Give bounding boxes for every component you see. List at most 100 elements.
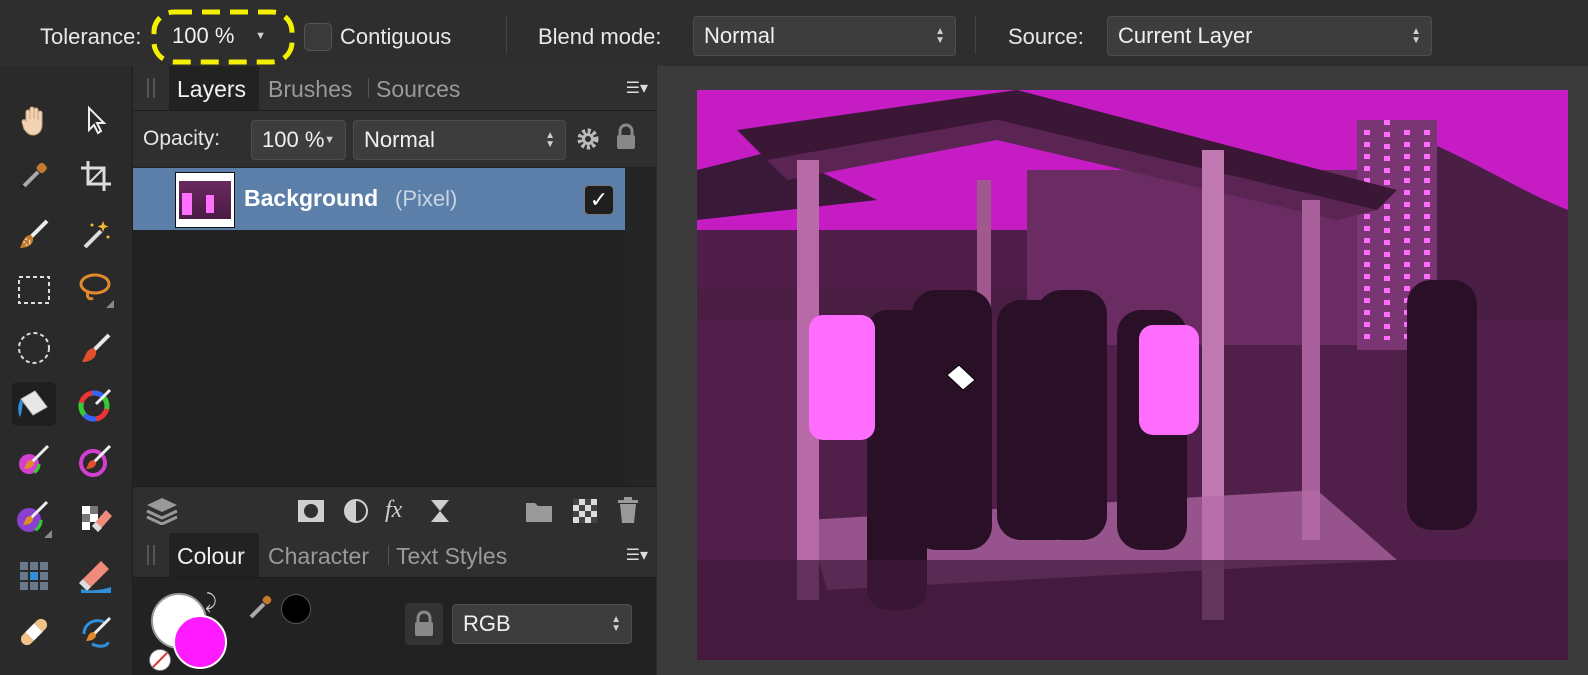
layer-thumbnail (175, 172, 235, 228)
tolerance-highlight-annotation (151, 9, 295, 65)
tab-divider (388, 545, 389, 565)
opacity-label: Opacity: (143, 127, 221, 150)
grid-icon (20, 562, 48, 590)
layers-stack-icon[interactable] (145, 495, 179, 525)
blend-mode-label: Blend mode: (538, 24, 662, 49)
magic-wand-icon (83, 221, 110, 249)
secondary-color-swatch[interactable] (173, 615, 227, 669)
context-toolbar: Tolerance: 100 % ▼ Contiguous Blend mode… (0, 0, 1588, 67)
layers-scrollbar[interactable] (625, 168, 656, 486)
colour-tabbar: Colour Character Text Styles ☰▾ (133, 533, 656, 578)
folder-icon[interactable] (525, 499, 553, 523)
paint-brush-tool[interactable] (74, 326, 118, 370)
colour-panel: Colour Character Text Styles ☰▾ ⤸ RGB ▲ ▼ (133, 533, 656, 675)
source-label: Source: (1008, 24, 1084, 49)
layers-panel: Layers Brushes Sources ☰▾ Opacity: 100 %… (133, 66, 656, 533)
pixel-brush-icon (17, 444, 50, 476)
paint-bucket-icon (18, 390, 48, 417)
inpainting-tool[interactable] (12, 610, 56, 654)
panel-grip-icon[interactable] (147, 545, 155, 565)
crop-tool[interactable] (74, 154, 118, 198)
eyedropper-icon[interactable] (245, 593, 275, 623)
selection-brush-tool[interactable] (12, 212, 56, 256)
band-aid-icon (20, 618, 48, 646)
tab-layers[interactable]: Layers (177, 76, 246, 103)
source-select[interactable]: Current Layer ▲ ▼ (1107, 16, 1432, 56)
tab-sources[interactable]: Sources (376, 76, 460, 103)
tolerance-label: Tolerance: (40, 24, 142, 49)
selection-brush-icon (20, 219, 49, 248)
opacity-row: Opacity: 100 % ▼ Normal ▲ ▼ (133, 111, 656, 167)
layer-blend-value: Normal (364, 127, 435, 152)
layers-bottom-toolbar: fx (133, 486, 656, 533)
flood-fill-tool[interactable] (12, 382, 56, 426)
fx-icon[interactable]: fx (385, 497, 402, 524)
layer-row-background[interactable]: Background (Pixel) ✓ (133, 168, 625, 230)
opacity-value: 100 % (262, 127, 325, 152)
patch-tool[interactable] (12, 554, 56, 598)
document-image[interactable] (697, 90, 1568, 660)
color-picker-tool[interactable] (12, 154, 56, 198)
chevron-down-icon: ▼ (324, 134, 335, 146)
layer-blend-select[interactable]: Normal ▲ ▼ (353, 120, 566, 160)
tab-text-styles[interactable]: Text Styles (396, 543, 507, 570)
smudge-tool[interactable] (74, 610, 118, 654)
panel-menu-icon[interactable]: ☰▾ (626, 78, 648, 98)
view-tool[interactable] (12, 98, 56, 142)
contiguous-checkbox[interactable] (304, 23, 332, 51)
freehand-selection-tool[interactable] (74, 268, 118, 312)
flood-select-tool[interactable] (74, 212, 118, 256)
blend-mode-select[interactable]: Normal ▲ ▼ (693, 16, 956, 56)
blend-mode-value: Normal (704, 23, 775, 48)
gear-icon[interactable] (575, 126, 601, 152)
canvas-area[interactable] (657, 66, 1588, 675)
source-value: Current Layer (1118, 23, 1253, 48)
crop-icon (81, 161, 111, 191)
mask-icon[interactable] (297, 499, 325, 523)
lasso-icon (79, 273, 114, 308)
panel-grip-icon[interactable] (147, 78, 155, 98)
opacity-dropdown[interactable]: 100 % ▼ (251, 120, 346, 160)
tab-brushes[interactable]: Brushes (268, 76, 352, 103)
mixer-brush-icon (79, 444, 112, 477)
lock-icon (415, 610, 433, 636)
adjustment-icon[interactable] (343, 498, 369, 524)
arrow-pointer-icon (88, 105, 107, 135)
up-down-arrows-icon: ▲ ▼ (545, 130, 555, 150)
mixer-brush-tool[interactable] (74, 438, 118, 482)
lock-button[interactable] (405, 603, 443, 645)
layer-visibility-checkbox[interactable]: ✓ (584, 185, 614, 215)
color-replacement-tool[interactable] (74, 382, 118, 426)
pixel-tool[interactable] (12, 438, 56, 482)
trash-icon[interactable] (617, 496, 639, 524)
dodge-brush-tool[interactable] (12, 496, 56, 540)
tab-colour[interactable]: Colour (177, 543, 245, 570)
rectangular-marquee-tool[interactable] (12, 268, 56, 312)
erase-tool[interactable] (74, 496, 118, 540)
background-erase-tool[interactable] (74, 554, 118, 598)
swap-colors-icon[interactable]: ⤸ (205, 591, 217, 614)
no-color-icon[interactable] (149, 649, 171, 671)
color-wheel-brush-icon (78, 388, 112, 422)
color-model-select[interactable]: RGB ▲ ▼ (452, 604, 632, 644)
up-down-arrows-icon: ▲ ▼ (1411, 26, 1421, 46)
contiguous-label: Contiguous (340, 24, 452, 49)
tab-divider (368, 78, 369, 98)
dodge-brush-icon (15, 500, 52, 538)
hand-icon (21, 106, 43, 136)
eyedropper-icon (20, 162, 47, 190)
eraser-icon (82, 506, 112, 532)
live-filter-icon[interactable] (429, 498, 451, 524)
move-tool[interactable] (74, 98, 118, 142)
rect-marquee-icon (18, 276, 50, 304)
layer-type: (Pixel) (395, 186, 458, 211)
checker-icon[interactable] (573, 499, 597, 523)
toolbar-divider (975, 16, 976, 54)
lock-icon[interactable] (615, 123, 637, 151)
tab-character[interactable]: Character (268, 543, 369, 570)
up-down-arrows-icon: ▲ ▼ (935, 26, 945, 46)
smudge-icon (82, 616, 112, 648)
picked-color-swatch[interactable] (281, 594, 311, 624)
panel-menu-icon[interactable]: ☰▾ (626, 545, 648, 565)
elliptical-marquee-tool[interactable] (12, 326, 56, 370)
